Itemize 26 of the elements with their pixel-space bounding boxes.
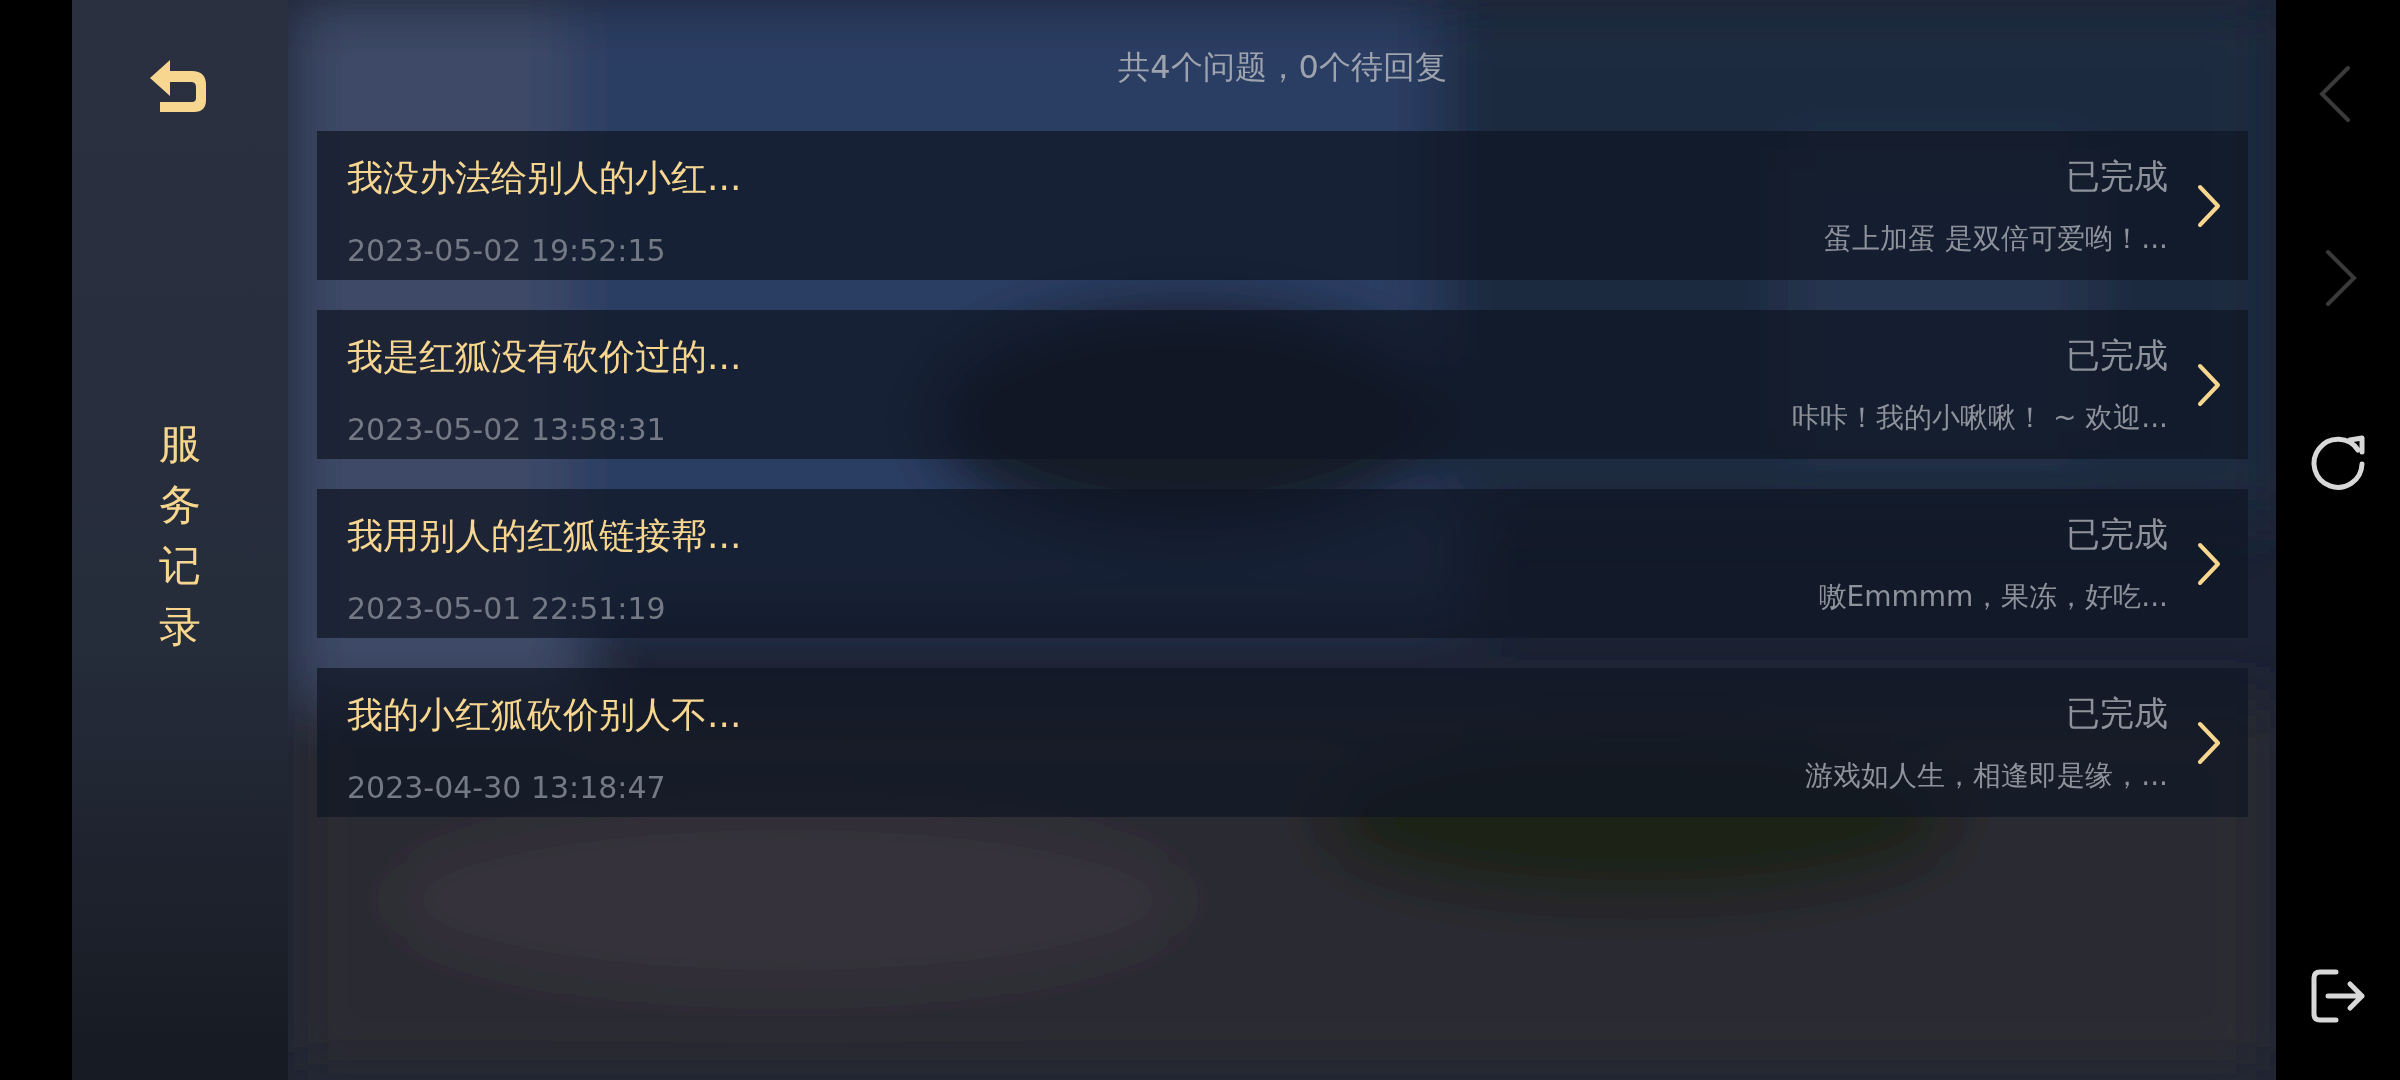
record-reply: 嗷Emmmm，果冻，好吃... — [1818, 578, 2168, 615]
record-item[interactable]: 我没办法给别人的小红... 2023-05-02 19:52:15 已完成 蛋上加蛋 是双倍可爱哟！... — [317, 131, 2248, 280]
record-time: 2023-04-30 13:18:47 — [347, 769, 667, 805]
record-title: 我的小红狐砍价别人不... — [347, 692, 743, 737]
record-status: 已完成 — [2066, 154, 2168, 198]
record-time: 2023-05-01 22:51:19 — [347, 590, 667, 626]
record-item[interactable]: 我是红狐没有砍价过的... 2023-05-02 13:58:31 已完成 咔咔！我的小啾啾！ ~ 欢迎... — [317, 310, 2248, 459]
record-item[interactable]: 我用别人的红狐链接帮... 2023-05-01 22:51:19 已完成 嗷Emmmm，果冻，好吃... — [317, 489, 2248, 638]
record-reply: 蛋上加蛋 是双倍可爱哟！... — [1824, 220, 2168, 257]
record-status: 已完成 — [2066, 691, 2168, 735]
record-reply: 咔咔！我的小啾啾！ ~ 欢迎... — [1792, 399, 2168, 436]
record-title: 我是红狐没有砍价过的... — [347, 334, 743, 379]
page-title: 服务记录 — [159, 418, 201, 653]
record-status: 已完成 — [2066, 512, 2168, 556]
record-item[interactable]: 我的小红狐砍价别人不... 2023-04-30 13:18:47 已完成 游戏如人生，相逢即是缘，... — [317, 668, 2248, 817]
chevron-right-icon — [2196, 720, 2222, 765]
chevron-right-icon — [2196, 362, 2222, 407]
record-time: 2023-05-02 19:52:15 — [347, 232, 667, 268]
record-time: 2023-05-02 13:58:31 — [347, 411, 667, 447]
record-title: 我用别人的红狐链接帮... — [347, 513, 743, 558]
chevron-right-icon — [2196, 183, 2222, 228]
record-title: 我没办法给别人的小红... — [347, 155, 743, 200]
record-status: 已完成 — [2066, 333, 2168, 377]
record-reply: 游戏如人生，相逢即是缘，... — [1805, 757, 2168, 794]
chevron-right-icon — [2196, 541, 2222, 586]
summary-text: 共4个问题，0个待回复 — [1117, 47, 1448, 88]
